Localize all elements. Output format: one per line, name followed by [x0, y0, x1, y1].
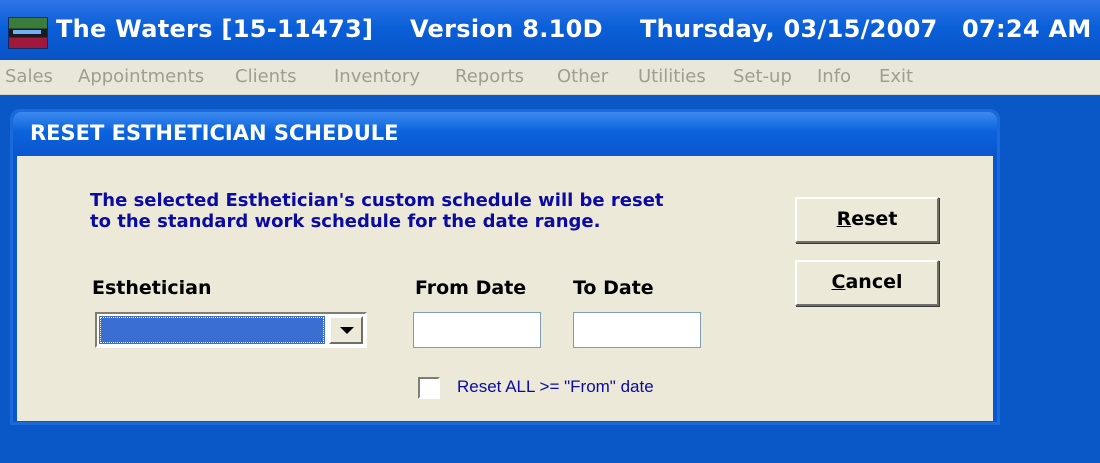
esthetician-label: Esthetician [92, 277, 212, 299]
esthetician-dropdown[interactable] [95, 312, 367, 348]
menu-inventory[interactable]: Inventory [334, 66, 420, 87]
menu-sales[interactable]: Sales [5, 66, 53, 87]
dialog-title: RESET ESTHETICIAN SCHEDULE [30, 121, 399, 145]
menu-info[interactable]: Info [817, 66, 851, 87]
current-time: 07:24 AM [962, 15, 1092, 43]
to-date-label: To Date [573, 277, 654, 299]
reset-all-checkbox[interactable] [418, 377, 440, 399]
app-version: Version 8.10D [410, 15, 603, 43]
menu-reports[interactable]: Reports [455, 66, 524, 87]
instructions-line-1: The selected Esthetician's custom schedu… [90, 190, 664, 211]
instructions-text: The selected Esthetician's custom schedu… [90, 190, 770, 232]
menu-clients[interactable]: Clients [235, 66, 297, 87]
from-date-label: From Date [415, 277, 527, 299]
app-logo-icon [8, 17, 48, 49]
menu-utilities[interactable]: Utilities [638, 66, 706, 87]
from-date-input[interactable] [413, 312, 541, 348]
reset-button-accel: R [836, 208, 852, 230]
menu-bar: Sales Appointments Clients Inventory Rep… [0, 60, 1100, 95]
title-bar: The Waters [15-11473] Version 8.10D Thur… [0, 0, 1100, 60]
esthetician-selected-value[interactable] [99, 316, 325, 344]
chevron-down-icon[interactable] [329, 316, 363, 344]
reset-schedule-dialog: RESET ESTHETICIAN SCHEDULE The selected … [10, 109, 1000, 425]
menu-exit[interactable]: Exit [879, 66, 913, 87]
cancel-button[interactable]: Cancel [795, 260, 939, 306]
current-date: Thursday, 03/15/2007 [640, 15, 938, 43]
to-date-input[interactable] [573, 312, 701, 348]
dialog-body: The selected Esthetician's custom schedu… [17, 156, 993, 421]
menu-setup[interactable]: Set-up [733, 66, 792, 87]
reset-all-label[interactable]: Reset ALL >= "From" date [457, 377, 654, 397]
menu-appointments[interactable]: Appointments [78, 66, 204, 87]
cancel-button-label: ancel [845, 271, 903, 293]
instructions-line-2: to the standard work schedule for the da… [90, 211, 601, 232]
dialog-title-bar: RESET ESTHETICIAN SCHEDULE [13, 112, 997, 156]
reset-button-label: eset [851, 208, 898, 230]
reset-button[interactable]: Reset [795, 197, 939, 243]
cancel-button-accel: C [831, 271, 846, 293]
app-title: The Waters [15-11473] [56, 15, 374, 43]
menu-other[interactable]: Other [557, 66, 608, 87]
